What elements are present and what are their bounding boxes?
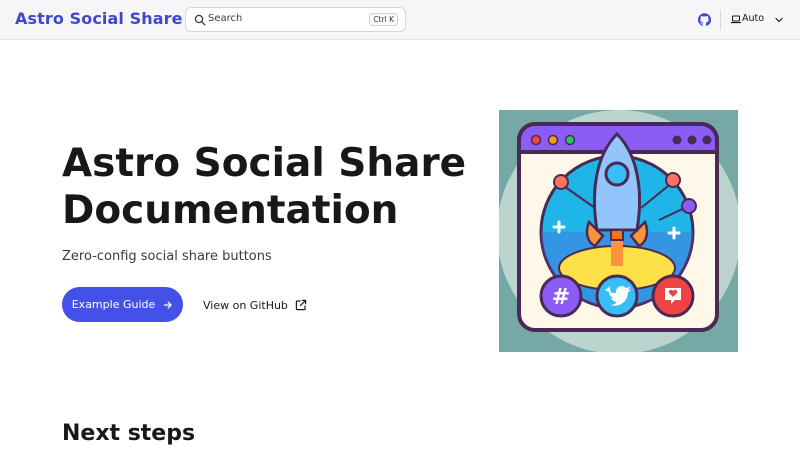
view-on-github-button[interactable]: View on GitHub	[203, 297, 307, 313]
search-shortcut-hint: Ctrl K	[369, 13, 398, 26]
header-divider	[720, 10, 721, 30]
chevron-down-icon	[775, 17, 783, 23]
view-on-github-label: View on GitHub	[203, 298, 288, 312]
search-button[interactable]: Search Ctrl K	[185, 7, 406, 32]
site-header: Astro Social Share Search Ctrl K Auto	[0, 0, 800, 40]
external-link-icon	[295, 299, 307, 311]
example-guide-button[interactable]: Example Guide	[62, 287, 183, 322]
hero-title-line1: Astro Social Share	[62, 141, 467, 186]
site-title-link[interactable]: Astro Social Share	[15, 9, 183, 28]
hero-illustration: #	[499, 110, 738, 352]
example-guide-label: Example Guide	[71, 298, 156, 311]
arrow-right-icon	[164, 301, 172, 308]
theme-select-value: Auto	[742, 13, 765, 24]
laptop-icon	[731, 15, 741, 24]
search-placeholder: Search	[208, 13, 243, 24]
svg-text:#: #	[552, 285, 570, 310]
hero-tagline: Zero-config social share buttons	[62, 249, 272, 264]
github-icon[interactable]	[698, 13, 711, 26]
hero-title: Astro Social Share Documentation	[62, 140, 492, 234]
search-icon	[194, 14, 206, 26]
hero-title-line2: Documentation	[62, 188, 399, 233]
next-steps-heading: Next steps	[62, 421, 196, 446]
